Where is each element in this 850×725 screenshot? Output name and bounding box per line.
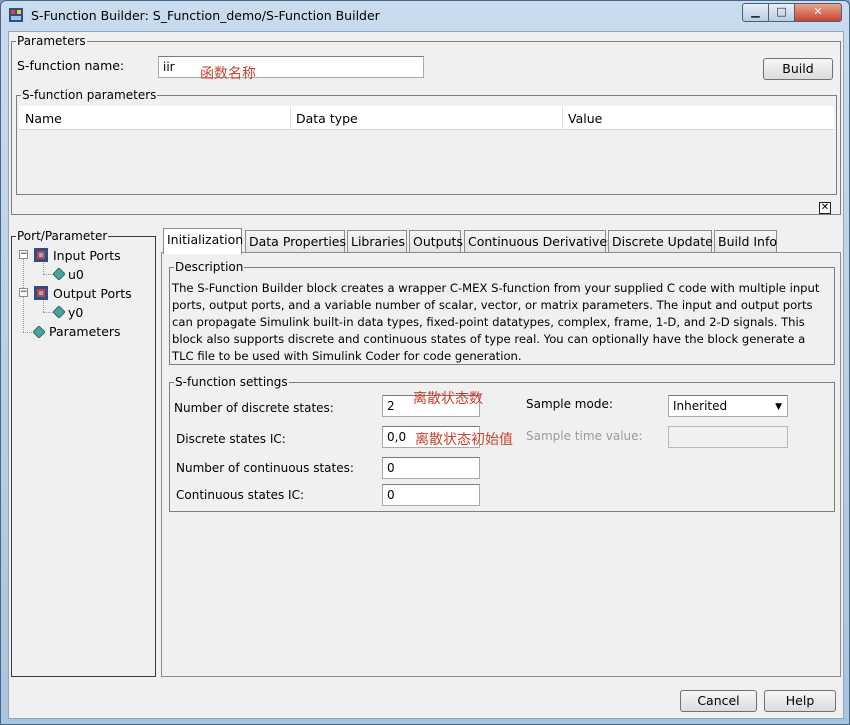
help-button[interactable]: Help — [764, 690, 836, 712]
tab-continuous-derivatives[interactable]: Continuous Derivatives — [464, 230, 614, 252]
parameters-legend: Parameters — [16, 34, 87, 48]
tab-build-info[interactable]: Build Info — [714, 230, 777, 252]
continuous-states-ic-label: Continuous states IC: — [176, 488, 305, 502]
close-icon: ✕ — [813, 5, 823, 18]
discrete-states-label: Number of discrete states: — [174, 401, 334, 415]
sample-mode-value: Inherited — [673, 399, 728, 413]
tree-item-u0[interactable]: u0 — [68, 267, 84, 282]
sample-mode-label: Sample mode: — [526, 397, 613, 411]
client-area: Parameters S-function name: iir 函数名称 Bui… — [8, 31, 844, 719]
description-line: ports, output ports, and a variable numb… — [172, 298, 813, 312]
tab-outputs[interactable]: Outputs — [409, 230, 463, 252]
close-window-button[interactable]: ✕ — [794, 3, 842, 22]
description-group: Description The S-Function Builder block… — [169, 260, 835, 365]
port-parameter-panel: Port/Parameter − Input Ports u0 − Output… — [11, 229, 156, 677]
tab-discrete-update[interactable]: Discrete Update — [608, 230, 713, 252]
tree-line — [43, 301, 44, 312]
discrete-states-ic-label: Discrete states IC: — [176, 432, 286, 446]
discrete-states-ic-note: 离散状态初始值 — [415, 432, 513, 448]
tree-item-input-ports[interactable]: Input Ports — [53, 248, 121, 263]
minus-icon: − — [20, 287, 28, 297]
dropdown-arrow-icon: ▼ — [775, 402, 782, 412]
collapse-input-ports-toggle[interactable]: − — [19, 250, 28, 259]
input-ports-icon — [34, 248, 48, 262]
description-line: The S-Function Builder block creates a w… — [172, 281, 820, 295]
port-diamond-icon — [53, 268, 65, 280]
initialization-panel: Description The S-Function Builder block… — [161, 252, 841, 677]
window-title: S-Function Builder: S_Function_demo/S-Fu… — [31, 8, 380, 23]
port-diamond-icon — [53, 306, 65, 318]
s-function-parameters-legend: S-function parameters — [21, 88, 158, 102]
column-data-type-header[interactable]: Data type — [296, 111, 358, 126]
continuous-states-label: Number of continuous states: — [176, 461, 354, 475]
tree-item-y0[interactable]: y0 — [68, 305, 83, 320]
title-bar[interactable]: S-Function Builder: S_Function_demo/S-Fu… — [1, 1, 849, 31]
description-line: can propagate Simulink built-in data typ… — [172, 315, 805, 329]
build-button[interactable]: Build — [763, 58, 833, 80]
s-function-settings-legend: S-function settings — [174, 375, 289, 389]
minimize-icon: ▁ — [751, 5, 760, 18]
parameters-table-header: Name Data type Value — [19, 106, 834, 130]
tree-item-output-ports[interactable]: Output Ports — [53, 286, 132, 301]
column-value-header[interactable]: Value — [568, 111, 602, 126]
column-divider — [290, 106, 291, 130]
minimize-button[interactable]: ▁ — [742, 3, 769, 22]
s-function-name-input[interactable]: iir — [158, 56, 424, 78]
s-function-name-note: 函数名称 — [200, 66, 256, 82]
description-legend: Description — [174, 260, 245, 274]
sample-time-input[interactable] — [668, 426, 788, 448]
tree-line — [43, 312, 53, 313]
continuous-states-input[interactable]: 0 — [382, 457, 480, 479]
tab-data-properties[interactable]: Data Properties — [245, 230, 346, 252]
collapse-output-ports-toggle[interactable]: − — [19, 288, 28, 297]
s-function-builder-window: S-Function Builder: S_Function_demo/S-Fu… — [0, 0, 850, 725]
description-text: The S-Function Builder block creates a w… — [172, 280, 834, 365]
tab-initialization[interactable]: Initialization — [163, 228, 243, 254]
tree-line — [43, 263, 44, 274]
tab-libraries[interactable]: Libraries — [347, 230, 407, 252]
parameter-diamond-icon — [33, 326, 45, 338]
column-divider — [562, 106, 563, 130]
s-function-settings-group: S-function settings Number of discrete s… — [169, 375, 835, 512]
s-function-name-label: S-function name: — [17, 58, 125, 73]
minus-icon: − — [20, 249, 28, 259]
parameters-table-body[interactable] — [19, 130, 834, 190]
description-line: block also supports discrete and continu… — [172, 332, 806, 346]
close-icon: ✕ — [820, 202, 830, 213]
continuous-states-ic-input[interactable]: 0 — [382, 484, 480, 506]
sample-time-label: Sample time value: — [526, 429, 643, 443]
sample-mode-select[interactable]: Inherited ▼ — [668, 395, 788, 417]
maximize-icon: □ — [776, 5, 787, 18]
tree-line — [43, 274, 53, 275]
cancel-button[interactable]: Cancel — [680, 690, 757, 712]
s-function-parameters-group: S-function parameters Name Data type Val… — [16, 88, 837, 195]
discrete-states-note: 离散状态数 — [413, 391, 483, 407]
column-name-header[interactable]: Name — [25, 111, 62, 126]
maximize-button[interactable]: □ — [768, 3, 795, 22]
parameters-group: Parameters S-function name: iir 函数名称 Bui… — [11, 34, 841, 215]
remove-parameter-button[interactable]: ✕ — [819, 202, 831, 214]
tree-item-parameters[interactable]: Parameters — [49, 324, 121, 339]
port-parameter-legend: Port/Parameter — [16, 229, 109, 243]
output-ports-icon — [34, 286, 48, 300]
simulink-app-icon — [9, 8, 23, 22]
description-line: TLC file to be used with Simulink Coder … — [172, 349, 522, 363]
